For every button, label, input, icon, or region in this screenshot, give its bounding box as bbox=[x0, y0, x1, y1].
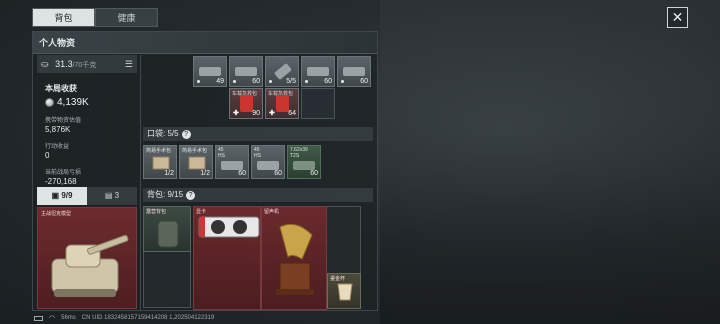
ammo-box-icon bbox=[343, 67, 365, 76]
medkit-icon bbox=[240, 95, 253, 112]
close-icon: ✕ bbox=[671, 9, 684, 25]
weight-row: ⛀ 31.3/70千克 ☰ bbox=[37, 55, 137, 73]
weight-current: 31.3 bbox=[55, 58, 73, 69]
battery-icon bbox=[34, 315, 43, 321]
income-value: 4,139K bbox=[57, 97, 89, 108]
pouch-slot[interactable]: 45 HS 60 bbox=[251, 145, 285, 179]
stat-value: -270,168 bbox=[45, 177, 77, 186]
tank-model-item[interactable]: 主战坦克模型 bbox=[37, 207, 137, 309]
ping-text: 56ms bbox=[61, 315, 76, 321]
stat-value: 0 bbox=[45, 151, 50, 160]
wifi-icon: ◠ bbox=[49, 315, 56, 322]
graphics-card-icon bbox=[198, 216, 260, 238]
tab-equipment[interactable]: ▣ 9/9 bbox=[37, 187, 87, 205]
pouch-slot[interactable]: 简易手术包 1/2 bbox=[143, 145, 177, 179]
panel-title: 个人物资 bbox=[33, 32, 377, 54]
help-icon[interactable]: ? bbox=[186, 191, 196, 200]
plus-icon: ✚ bbox=[233, 110, 239, 117]
backpack-label: 背包: 9/15 bbox=[147, 190, 184, 199]
ammo-box-icon bbox=[235, 67, 257, 76]
item-label: 主战坦克模型 bbox=[41, 211, 72, 217]
uid-text: CN UID 1832458157159414208 1,20250412231… bbox=[81, 315, 215, 321]
inventory-slot[interactable]: 车载急救包 ✚ 64 bbox=[265, 88, 299, 119]
pouch-slot[interactable]: 简易手术包 1/2 bbox=[179, 145, 213, 179]
close-button[interactable]: ✕ bbox=[667, 7, 688, 28]
medkit-icon bbox=[276, 95, 289, 112]
inventory-panel: 个人物资 ⛀ 31.3/70千克 ☰ 本局收获 4,139K 携带物资估值 5,… bbox=[32, 31, 378, 311]
tab-items-count: 3 bbox=[114, 191, 120, 200]
tank-icon bbox=[51, 234, 129, 297]
briefcase-icon: ▣ bbox=[51, 191, 60, 200]
coin-icon bbox=[45, 98, 54, 107]
backpack-item-gramophone[interactable]: 留声机 bbox=[261, 206, 327, 310]
inventory-slot[interactable]: 5/5 bbox=[265, 56, 299, 87]
weight-icon: ⛀ bbox=[41, 58, 49, 69]
tab-backpack[interactable]: 背包 bbox=[32, 8, 95, 27]
stat-value: 5,876K bbox=[45, 125, 71, 134]
tab-items[interactable]: ▤ 3 bbox=[87, 187, 137, 205]
gramophone-icon bbox=[276, 223, 314, 295]
pouch-slot[interactable]: 7.62x39 T2S 60 bbox=[287, 145, 321, 179]
left-column: ⛀ 31.3/70千克 ☰ 本局收获 4,139K 携带物资估值 5,876K … bbox=[37, 55, 137, 186]
pouch-label: 口袋: 5/5 bbox=[147, 129, 179, 138]
inventory-slot[interactable]: 60 bbox=[301, 56, 335, 87]
list-icon[interactable]: ☰ bbox=[125, 59, 133, 70]
top-tabs: 背包 健康 bbox=[32, 8, 158, 27]
backpack-item-gpu[interactable]: 显卡 bbox=[193, 206, 261, 310]
inventory-slot[interactable]: 49 bbox=[193, 56, 227, 87]
income-value-row: 4,139K bbox=[37, 97, 137, 108]
ammo-box-icon bbox=[199, 67, 221, 76]
empty-slot[interactable] bbox=[301, 88, 335, 119]
stat-label: 行动收益 bbox=[45, 144, 70, 150]
inventory-slot[interactable]: 60 bbox=[229, 56, 263, 87]
tab-health[interactable]: 健康 bbox=[95, 8, 158, 27]
ammo-box-icon bbox=[257, 161, 279, 170]
weight-max: /70千克 bbox=[72, 61, 97, 69]
backpack-icon bbox=[157, 220, 179, 248]
tab-equipment-count: 9/9 bbox=[61, 191, 73, 200]
box-icon: ▤ bbox=[104, 191, 113, 200]
ammo-box-icon bbox=[293, 161, 315, 170]
stat-label: 当前战局亏损 bbox=[45, 170, 82, 176]
background-scene bbox=[380, 0, 720, 324]
ammo-box-icon bbox=[221, 161, 243, 170]
ammo-box-icon bbox=[307, 67, 329, 76]
inventory-slot[interactable]: 车载急救包 ✚ 90 bbox=[229, 88, 263, 119]
backpack-item-cup[interactable]: 鎏金杯 bbox=[327, 273, 361, 309]
cup-icon bbox=[337, 283, 353, 301]
pouch-slot[interactable]: 45 HS 60 bbox=[215, 145, 249, 179]
income-title: 本局收获 bbox=[45, 84, 77, 93]
help-icon[interactable]: ? bbox=[181, 130, 191, 139]
stat-label: 携带物资估值 bbox=[45, 118, 82, 124]
status-footer: ◠ 56ms CN UID 1832458157159414208 1,2025… bbox=[34, 314, 214, 322]
pouch-header: 口袋: 5/5? bbox=[143, 127, 373, 141]
lower-tabs: ▣ 9/9 ▤ 3 bbox=[37, 187, 137, 205]
plus-icon: ✚ bbox=[269, 110, 275, 117]
backpack-item-camping-bag[interactable]: 露营背包 bbox=[143, 206, 191, 252]
column-divider bbox=[140, 55, 141, 311]
inventory-slot[interactable]: 60 bbox=[337, 56, 371, 87]
backpack-header: 背包: 9/15? bbox=[143, 188, 373, 202]
